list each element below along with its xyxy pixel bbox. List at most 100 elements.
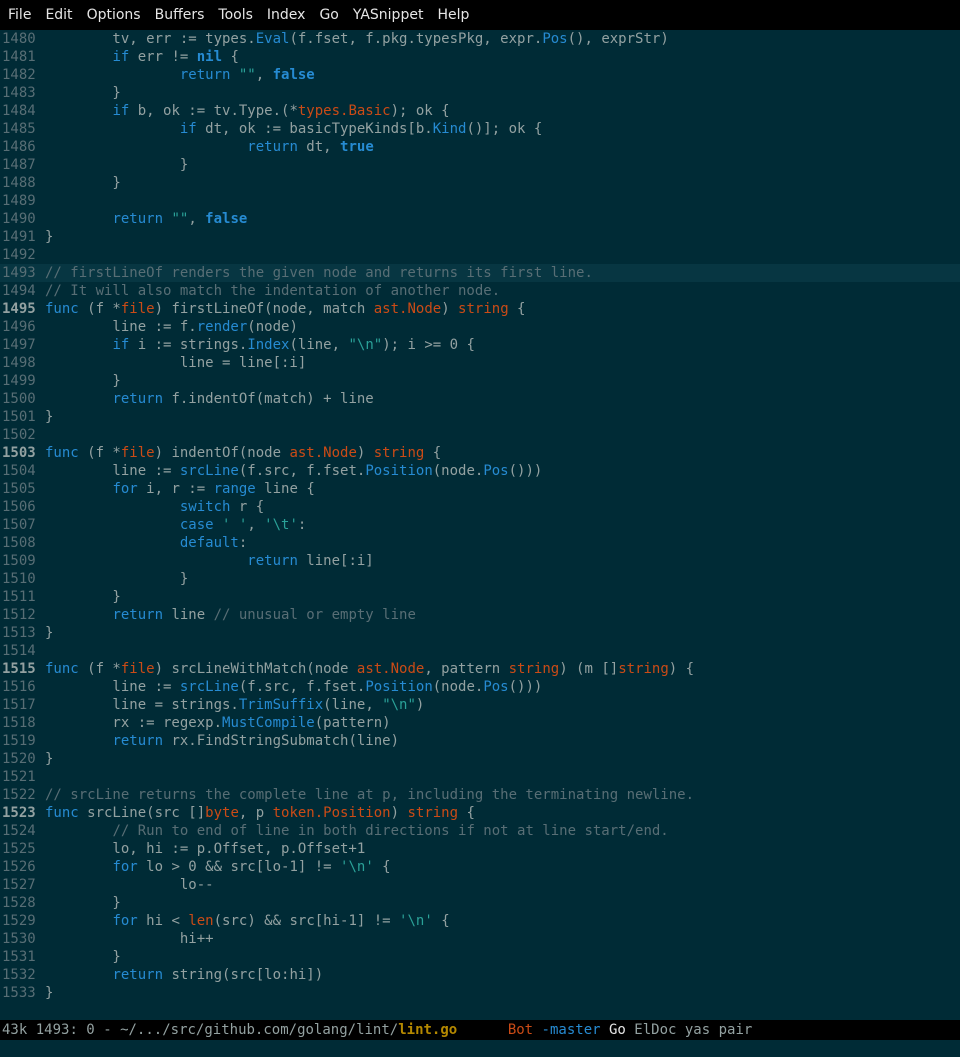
code-line[interactable]: 1526 for lo > 0 && src[lo-1] != '\n' {: [0, 858, 960, 876]
code-line[interactable]: 1530 hi++: [0, 930, 960, 948]
code-token: return: [112, 967, 164, 983]
code-token: ()]; ok {: [466, 121, 543, 137]
code-line[interactable]: 1524 // Run to end of line in both direc…: [0, 822, 960, 840]
code-line[interactable]: 1492: [0, 246, 960, 264]
minor-modes[interactable]: ElDoc yas pair: [634, 1022, 752, 1038]
code-buffer[interactable]: 1480 tv, err := types.Eval(f.fset, f.pkg…: [0, 30, 960, 1020]
code-line[interactable]: 1488 }: [0, 174, 960, 192]
code-line[interactable]: 1493 // firstLineOf renders the given nod…: [0, 264, 960, 282]
code-line[interactable]: 1517 line = strings.TrimSuffix(line, "\n…: [0, 696, 960, 714]
fringe: [38, 894, 45, 912]
code-line[interactable]: 1489: [0, 192, 960, 210]
menu-item-edit[interactable]: Edit: [45, 7, 72, 23]
code-line[interactable]: 1481 if err != nil {: [0, 48, 960, 66]
code-line[interactable]: 1497 if i := strings.Index(line, "\n"); …: [0, 336, 960, 354]
code-token: true: [340, 139, 374, 155]
code-line[interactable]: 1525 lo, hi := p.Offset, p.Offset+1: [0, 840, 960, 858]
code-line[interactable]: 1509 return line[:i]: [0, 552, 960, 570]
code-line[interactable]: 1506 switch r {: [0, 498, 960, 516]
code-line[interactable]: 1521: [0, 768, 960, 786]
menu-item-index[interactable]: Index: [267, 7, 306, 23]
code-line[interactable]: 1494 // It will also match the indentatio…: [0, 282, 960, 300]
code-text: }: [45, 984, 53, 1002]
code-line[interactable]: 1533}: [0, 984, 960, 1002]
code-line[interactable]: 1499 }: [0, 372, 960, 390]
code-line[interactable]: 1501}: [0, 408, 960, 426]
code-token: '\t': [264, 517, 298, 533]
code-line[interactable]: 1515 func (f *file) srcLineWithMatch(node…: [0, 660, 960, 678]
menu-item-help[interactable]: Help: [437, 7, 469, 23]
code-line[interactable]: 1518 rx := regexp.MustCompile(pattern): [0, 714, 960, 732]
code-line[interactable]: 1527 lo--: [0, 876, 960, 894]
code-line[interactable]: 1510 }: [0, 570, 960, 588]
menu-item-file[interactable]: File: [8, 7, 31, 23]
code-line[interactable]: 1504 line := srcLine(f.src, f.fset.Posit…: [0, 462, 960, 480]
code-token: len: [188, 913, 214, 929]
code-line[interactable]: 1496 line := f.render(node): [0, 318, 960, 336]
code-line[interactable]: 1520}: [0, 750, 960, 768]
code-token: // srcLine returns the complete line at …: [45, 787, 695, 803]
line-number: 1493: [2, 265, 36, 281]
code-line[interactable]: 1519 return rx.FindStringSubmatch(line): [0, 732, 960, 750]
code-line[interactable]: 1502: [0, 426, 960, 444]
code-line[interactable]: 1532 return string(src[lo:hi]): [0, 966, 960, 984]
line-number: 1522: [2, 787, 36, 803]
menu-item-tools[interactable]: Tools: [218, 7, 253, 23]
code-line[interactable]: 1505 for i, r := range line {: [0, 480, 960, 498]
code-text: lo, hi := p.Offset, p.Offset+1: [45, 840, 365, 858]
code-token: ): [441, 301, 459, 317]
code-line[interactable]: 1513}: [0, 624, 960, 642]
fringe: [38, 30, 45, 48]
menu-item-options[interactable]: Options: [87, 7, 141, 23]
code-line[interactable]: 1507 case ' ', '\t':: [0, 516, 960, 534]
code-line[interactable]: 1490 return "", false: [0, 210, 960, 228]
code-line[interactable]: 1522 // srcLine returns the complete line…: [0, 786, 960, 804]
code-token: ,: [247, 517, 265, 533]
code-line[interactable]: 1485 if dt, ok := basicTypeKinds[b.Kind(…: [0, 120, 960, 138]
line-number: 1488: [2, 175, 36, 191]
line-number: 1480: [2, 31, 36, 47]
code-text: return "", false: [45, 210, 247, 228]
fringe: [38, 660, 45, 678]
line-number: 1521: [2, 769, 36, 785]
code-line[interactable]: 1483 }: [0, 84, 960, 102]
code-line[interactable]: 1486 return dt, true: [0, 138, 960, 156]
menu-item-yasnippet[interactable]: YASnippet: [353, 7, 424, 23]
code-line[interactable]: 1531 }: [0, 948, 960, 966]
code-line[interactable]: 1480 tv, err := types.Eval(f.fset, f.pkg…: [0, 30, 960, 48]
line-number: 1484: [2, 103, 36, 119]
code-line[interactable]: 1498 line = line[:i]: [0, 354, 960, 372]
major-mode[interactable]: Go: [609, 1022, 626, 1038]
menu-item-buffers[interactable]: Buffers: [155, 7, 205, 23]
code-line[interactable]: 1484 if b, ok := tv.Type.(*types.Basic);…: [0, 102, 960, 120]
code-line[interactable]: 1503 func (f *file) indentOf(node ast.Nod…: [0, 444, 960, 462]
code-line[interactable]: 1491}: [0, 228, 960, 246]
code-line[interactable]: 1511 }: [0, 588, 960, 606]
code-line[interactable]: 1482 return "", false: [0, 66, 960, 84]
code-token: {: [424, 445, 442, 461]
code-line[interactable]: 1516 line := srcLine(f.src, f.fset.Posit…: [0, 678, 960, 696]
code-line[interactable]: 1500 return f.indentOf(match) + line: [0, 390, 960, 408]
code-token: ): [415, 697, 425, 713]
code-line[interactable]: 1487 }: [0, 156, 960, 174]
code-line[interactable]: 1512 return line // unusual or empty lin…: [0, 606, 960, 624]
code-token: }: [45, 985, 54, 1001]
code-token: ): [356, 445, 374, 461]
code-line[interactable]: 1523 func srcLine(src []byte, p token.Pos…: [0, 804, 960, 822]
code-line[interactable]: 1495 func (f *file) firstLineOf(node, mat…: [0, 300, 960, 318]
vc-branch[interactable]: -master: [542, 1022, 601, 1038]
code-line[interactable]: 1529 for hi < len(src) && src[hi-1] != '…: [0, 912, 960, 930]
fringe: [38, 426, 45, 444]
fringe: [38, 390, 45, 408]
code-text: // It will also match the indentation of…: [45, 282, 500, 300]
code-line[interactable]: 1508 default:: [0, 534, 960, 552]
file-name[interactable]: lint.go: [398, 1022, 457, 1038]
echo-area[interactable]: [0, 1040, 960, 1057]
menu-item-go[interactable]: Go: [319, 7, 338, 23]
code-line[interactable]: 1514: [0, 642, 960, 660]
line-number: 1520: [2, 751, 36, 767]
code-line[interactable]: 1528 }: [0, 894, 960, 912]
line-number: 1487: [2, 157, 36, 173]
fringe: [38, 174, 45, 192]
